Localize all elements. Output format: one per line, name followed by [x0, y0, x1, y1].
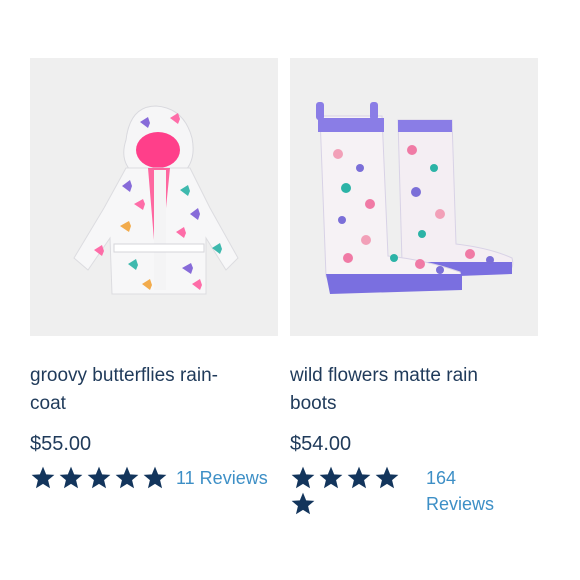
- star-icon: [346, 465, 372, 491]
- product-image-rain-boots[interactable]: [290, 58, 538, 336]
- product-title-line-2[interactable]: coat: [30, 390, 278, 418]
- product-title-line-1[interactable]: wild flowers matte rain: [290, 362, 538, 390]
- star-icon: [30, 465, 56, 491]
- reviews-count[interactable]: 164: [426, 465, 536, 491]
- star-icon: [86, 465, 112, 491]
- reviews-word[interactable]: Reviews: [426, 491, 536, 517]
- product-card-raincoat[interactable]: groovy butterflies rain- coat $55.00 11 …: [30, 58, 278, 519]
- product-rating: 164 Reviews: [290, 465, 538, 519]
- rain-boots-illustration: [316, 102, 514, 294]
- star-icon: [290, 491, 316, 517]
- raincoat-illustration: [73, 105, 239, 295]
- star-icon: [290, 465, 316, 491]
- star-icon: [58, 465, 84, 491]
- product-title-line-1[interactable]: groovy butterflies rain-: [30, 362, 278, 390]
- reviews-link[interactable]: 11 Reviews: [176, 465, 268, 491]
- star-icon: [114, 465, 140, 491]
- product-price: $55.00: [30, 433, 92, 455]
- product-title-rain-boots[interactable]: wild flowers matte rain boots: [290, 362, 538, 418]
- star-icon: [142, 465, 168, 491]
- product-image-raincoat[interactable]: [30, 58, 278, 336]
- star-icon: [374, 465, 400, 491]
- product-title-line-2[interactable]: boots: [290, 390, 538, 418]
- product-card-rain-boots[interactable]: wild flowers matte rain boots $54.00 164…: [290, 58, 538, 519]
- product-price: $54.00: [290, 433, 352, 455]
- reviews-link[interactable]: 164 Reviews: [426, 465, 536, 517]
- product-rating: 11 Reviews: [30, 465, 278, 519]
- product-title-raincoat[interactable]: groovy butterflies rain- coat: [30, 362, 278, 418]
- star-icon: [318, 465, 344, 491]
